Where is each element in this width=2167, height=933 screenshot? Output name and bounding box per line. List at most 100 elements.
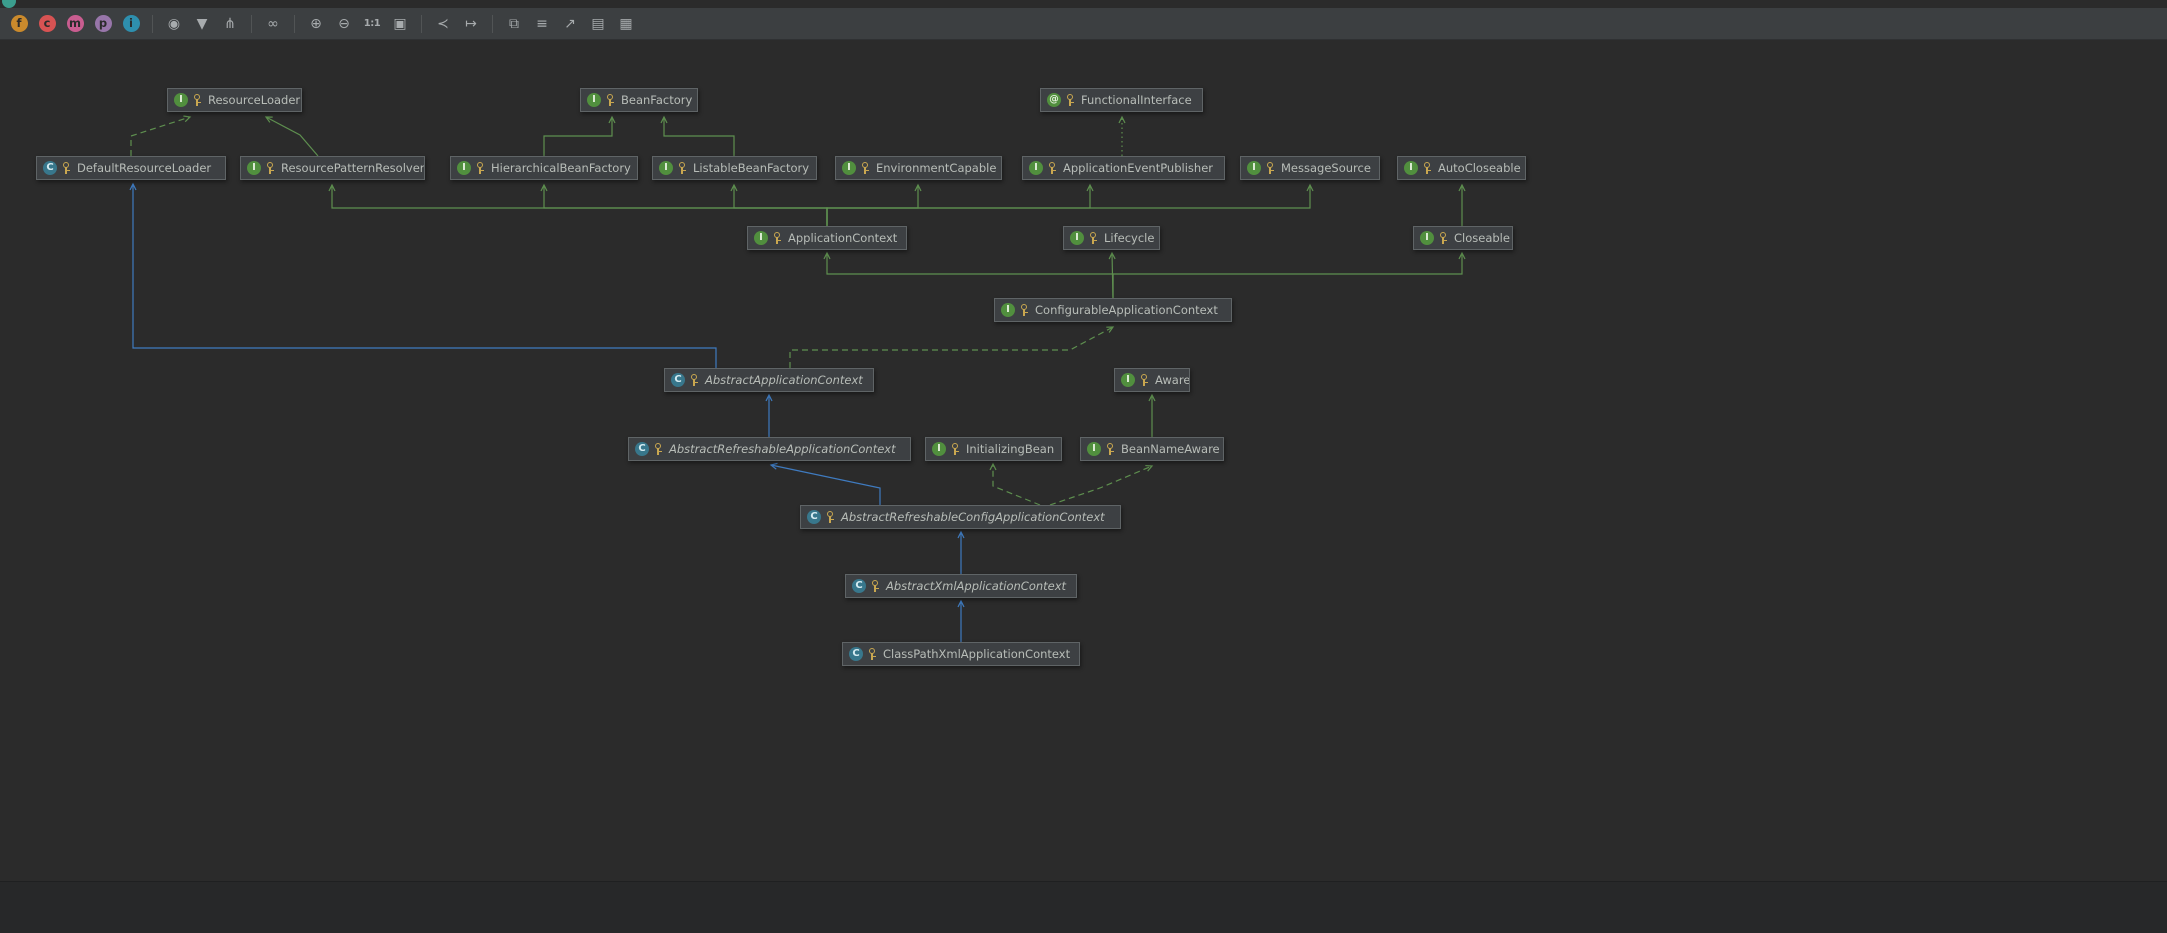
node-MessageSource[interactable]: I MessageSource [1240,156,1380,180]
interface-icon: I [659,161,673,175]
node-label: ResourcePatternResolver [281,161,425,175]
node-ApplicationContext[interactable]: I ApplicationContext [747,226,907,250]
edge-ApplicationContext-to-ApplicationEventPublisher [826,185,1090,226]
node-AutoCloseable[interactable]: I AutoCloseable [1397,156,1526,180]
toolbar-separator [492,14,493,33]
node-AbstractRefreshableConfigApplicationContext[interactable]: C AbstractRefreshableConfigApplicationCon… [800,505,1121,529]
node-Aware[interactable]: I Aware [1114,368,1190,392]
node-label: MessageSource [1281,161,1371,175]
node-label: BeanNameAware [1121,442,1220,456]
interface-icon: I [1070,231,1084,245]
key-icon [1065,93,1076,107]
fields-toggle-button[interactable]: f [6,12,32,36]
node-ListableBeanFactory[interactable]: I ListableBeanFactory [652,156,817,180]
toolbar-separator [251,14,252,33]
node-Lifecycle[interactable]: I Lifecycle [1063,226,1160,250]
zoom-in-button[interactable]: ⊕ [303,12,329,36]
zoom-out-button[interactable]: ⊖ [331,12,357,36]
edge-DefaultResourceLoader-to-ResourceLoader [130,117,190,156]
cropped-tab-icon [2,0,16,8]
node-HierarchicalBeanFactory[interactable]: I HierarchicalBeanFactory [450,156,638,180]
key-icon [867,647,878,661]
class-icon: C [849,647,863,661]
node-AbstractApplicationContext[interactable]: C AbstractApplicationContext [664,368,874,392]
node-label: EnvironmentCapable [876,161,997,175]
key-icon [870,579,881,593]
node-BeanNameAware[interactable]: I BeanNameAware [1080,437,1224,461]
save-diagram-button[interactable]: ▦ [613,12,639,36]
node-DefaultResourceLoader[interactable]: C DefaultResourceLoader [36,156,226,180]
change-scope-button[interactable]: ▼ [189,12,215,36]
node-Closeable[interactable]: I Closeable [1413,226,1513,250]
node-label: ClassPathXmlApplicationContext [883,647,1071,661]
node-label: ResourceLoader [208,93,301,107]
node-label: HierarchicalBeanFactory [491,161,631,175]
edge-AbstractApplicationContext-to-DefaultResourceLoader [133,184,717,368]
node-label: AbstractApplicationContext [705,373,863,387]
node-ConfigurableApplicationContext[interactable]: I ConfigurableApplicationContext [994,298,1232,322]
node-ClassPathXmlApplicationContext[interactable]: C ClassPathXmlApplicationContext [842,642,1080,666]
edge-ApplicationContext-to-ListableBeanFactory [734,185,828,226]
node-label: BeanFactory [621,93,693,107]
node-AbstractRefreshableApplicationContext[interactable]: C AbstractRefreshableApplicationContext [628,437,911,461]
node-label: InitializingBean [966,442,1055,456]
link-nodes-button[interactable]: ∞ [260,12,286,36]
abstract-icon: C [852,579,866,593]
node-label: Aware [1155,373,1190,387]
constructors-toggle-button[interactable]: c [34,12,60,36]
edge-ConfigurableApplicationContext-to-Closeable [1112,253,1462,298]
interface-icon: I [1420,231,1434,245]
node-label: AbstractRefreshableConfigApplicationCont… [841,510,1105,524]
node-label: ListableBeanFactory [693,161,810,175]
node-label: AbstractXmlApplicationContext [886,579,1067,593]
node-AbstractXmlApplicationContext[interactable]: C AbstractXmlApplicationContext [845,574,1077,598]
key-icon [825,510,836,524]
methods-toggle-button[interactable]: m [62,12,88,36]
edge-ApplicationContext-to-MessageSource [826,185,1310,226]
edge-ApplicationContext-to-HierarchicalBeanFactory [544,185,828,226]
print-button[interactable]: ▤ [585,12,611,36]
node-EnvironmentCapable[interactable]: I EnvironmentCapable [835,156,1002,180]
export-diagram-button[interactable]: ↗ [557,12,583,36]
key-icon [1422,161,1433,175]
interface-icon: I [1404,161,1418,175]
properties-toggle-button[interactable]: p [90,12,116,36]
key-icon [61,161,72,175]
interface-icon: I [247,161,261,175]
node-label: ApplicationEventPublisher [1063,161,1213,175]
align-nodes-button[interactable]: ≡ [529,12,555,36]
node-label: ApplicationContext [788,231,898,245]
abstract-icon: C [671,373,685,387]
edge-ApplicationContext-to-ResourcePatternResolver [332,185,828,226]
node-FunctionalInterface[interactable]: @ FunctionalInterface [1040,88,1203,112]
fit-content-button[interactable]: ▣ [387,12,413,36]
diagram-canvas[interactable]: I ResourceLoader I BeanFactory @ FunctionalIn… [0,40,2167,881]
node-InitializingBean[interactable]: I InitializingBean [925,437,1062,461]
apply-layout-button[interactable]: ≺ [430,12,456,36]
abstract-icon: C [807,510,821,524]
methods-toggle-button-icon: m [66,15,84,32]
fields-toggle-button-icon: f [10,15,28,32]
interface-icon: I [754,231,768,245]
key-icon [265,161,276,175]
node-ResourceLoader[interactable]: I ResourceLoader [167,88,302,112]
edge-ApplicationContext-to-EnvironmentCapable [826,185,918,226]
inner-classes-toggle-button[interactable]: i [118,12,144,36]
route-edges-button[interactable]: ↦ [458,12,484,36]
interface-icon: I [1121,373,1135,387]
show-dependencies-button[interactable]: ⋔ [217,12,243,36]
toolbar-separator [152,14,153,33]
visibility-level-button[interactable]: ◉ [161,12,187,36]
abstract-icon: C [635,442,649,456]
key-icon [653,442,664,456]
actual-size-button[interactable]: 1:1 [359,12,385,36]
key-icon [772,231,783,245]
node-ApplicationEventPublisher[interactable]: I ApplicationEventPublisher [1022,156,1225,180]
node-BeanFactory[interactable]: I BeanFactory [580,88,698,112]
edge-AbstractRefreshableConfigApplicationContext-to-BeanNameAware [1049,466,1152,506]
key-icon [689,373,700,387]
copy-diagram-button[interactable]: ⧉ [501,12,527,36]
toolbar-separator [294,14,295,33]
node-ResourcePatternResolver[interactable]: I ResourcePatternResolver [240,156,425,180]
interface-icon: I [932,442,946,456]
